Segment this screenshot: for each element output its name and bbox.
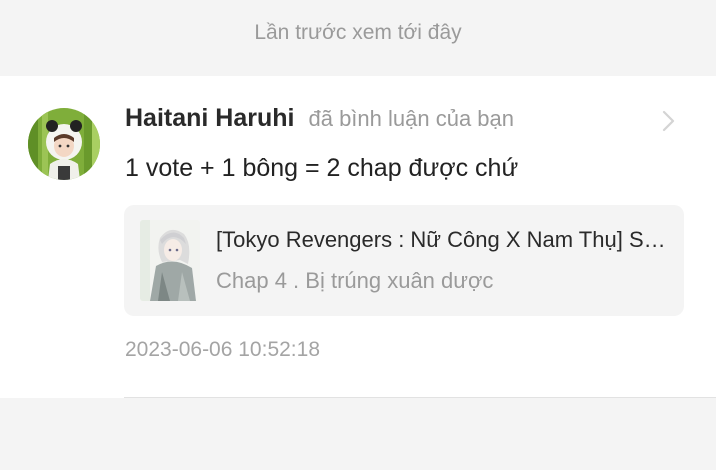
user-avatar[interactable]: [28, 108, 100, 180]
manga-thumbnail: [140, 220, 200, 301]
last-read-banner[interactable]: Lần trước xem tới đây: [0, 0, 716, 76]
comment-text: 1 vote + 1 bông = 2 chap được chứ: [125, 154, 519, 182]
referenced-chapter[interactable]: [Tokyo Revengers : Nữ Công X Nam Thụ] Sa…: [124, 205, 684, 316]
chevron-right-icon[interactable]: [658, 106, 680, 136]
comment-timestamp: 2023-06-06 10:52:18: [125, 338, 320, 361]
divider: [124, 397, 716, 398]
user-name[interactable]: Haitani Haruhi: [125, 104, 294, 133]
notification-header: Haitani Haruhi đã bình luận của bạn: [125, 104, 514, 140]
manga-title: [Tokyo Revengers : Nữ Công X Nam Thụ] Sa…: [216, 227, 672, 252]
notification-card[interactable]: Haitani Haruhi đã bình luận của bạn 1 vo…: [0, 76, 716, 398]
last-read-text: Lần trước xem tới đây: [254, 21, 462, 44]
action-text: đã bình luận của bạn: [308, 106, 514, 131]
chapter-title: Chap 4 . Bị trúng xuân dược: [216, 268, 494, 293]
avatar-image: [28, 108, 100, 180]
